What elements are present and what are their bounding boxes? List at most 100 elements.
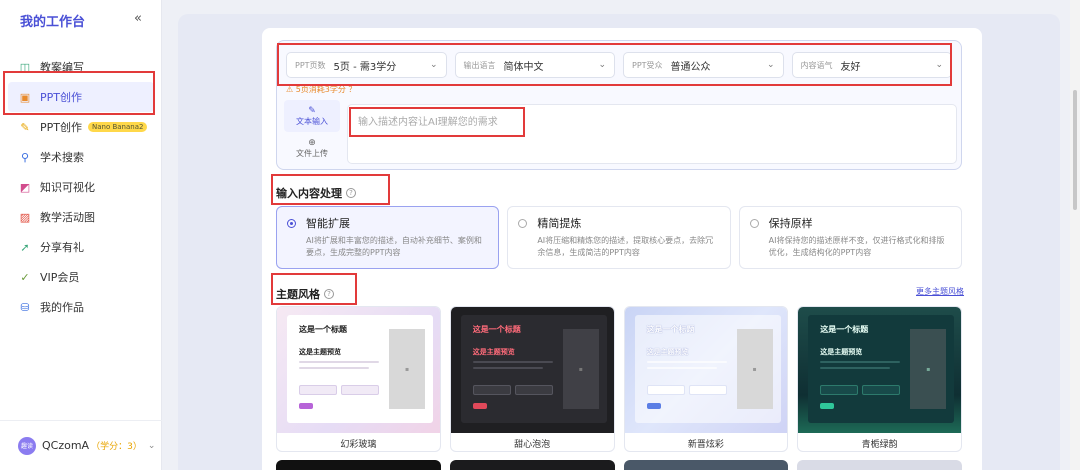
content-box [472,385,511,395]
slide-title: 这是一个标题 [299,325,347,334]
radio-icon[interactable] [749,218,759,228]
upload-icon: ⊕ [308,137,316,148]
option-title: 精简提炼 [537,217,582,230]
scrollbar-thumb[interactable] [1073,90,1077,210]
image-placeholder-icon: ▪ [910,329,947,409]
option-keep-original[interactable]: 保持原样 AI将保持您的描述原样不变，仅进行格式化和排版优化，生成结构化的PPT… [738,206,962,269]
theme-name: 青栀绿韵 [861,439,898,450]
text-line [646,361,727,363]
sidebar-item-knowledge-viz[interactable]: ◩ 知识可视化 [0,172,162,202]
sidebar-item-ppt-create-banana[interactable]: ✎ PPT创作 Nano Banana2 [0,112,162,142]
radio-icon[interactable] [287,218,296,228]
text-line [646,367,717,369]
slide-preview: 这是一个标题 这是主题预览 ▪ [634,315,781,423]
content-box [646,385,685,395]
content-box [341,385,379,395]
credit-count: （学分：3） [91,442,142,452]
input-mode-switch: ✎ 文本输入 ⊕ 文件上传 [284,100,340,164]
theme-card[interactable]: 这是一个标题 这是主题预览 ▪ 幻彩玻璃 [276,306,441,452]
text-line [472,367,543,369]
content-box [862,385,901,395]
theme-name: 甜心泡泡 [514,439,551,450]
highlight-ppt-nav [3,71,155,115]
user-name: QCzomA [42,439,90,452]
theme-grid-row-2 [276,460,962,470]
theme-thumbnail: 这是一个标题 这是主题预览 ▪ [450,307,614,433]
theme-card-partial[interactable] [797,460,962,470]
content-box [299,385,337,395]
option-title: 智能扩展 [306,217,350,230]
slide-subtitle: 这是主题预览 [820,348,863,356]
edit-icon: ✎ [308,105,316,116]
theme-card-partial[interactable] [276,460,441,470]
option-desc: AI将扩展和丰富您的描述，自动补充细节、案例和要点，生成完整的PPT内容 [306,236,482,257]
option-smart-expand[interactable]: 智能扩展 AI将扩展和丰富您的描述，自动补充细节、案例和要点，生成完整的PPT内… [276,206,500,269]
theme-grid: 这是一个标题 这是主题预览 ▪ 幻彩玻璃 这是一个标题 这是主题预览 ▪ 甜心泡… [276,306,962,452]
theme-card-partial[interactable] [449,460,615,470]
theme-name: 新晋炫彩 [687,439,724,450]
slide-subtitle: 这是主题预览 [646,348,689,356]
slide-button [472,403,487,409]
option-desc: AI将压缩和精炼您的描述，提取核心要点，去除冗余信息，生成简洁的PPT内容 [537,236,714,257]
sidebar-item-teaching-activity[interactable]: ▨ 教学活动图 [0,202,162,232]
more-themes-link[interactable]: 更多主题风格 [916,286,964,297]
content-box [514,385,553,395]
text-line [299,361,379,363]
theme-name: 幻彩玻璃 [340,439,377,450]
option-condense[interactable]: 精简提炼 AI将压缩和精炼您的描述，提取核心要点，去除冗余信息，生成简洁的PPT… [507,206,731,269]
avatar: 趣读 [18,436,36,455]
slide-preview: 这是一个标题 这是主题预览 ▪ [808,315,955,423]
works-icon: ⛁ [20,300,30,314]
theme-thumbnail: 这是一个标题 这是主题预览 ▪ [798,307,961,433]
processing-options: 智能扩展 AI将扩展和丰富您的描述，自动补充细节、案例和要点，生成完整的PPT内… [276,206,962,269]
highlight-input [349,107,525,137]
text-input-mode[interactable]: ✎ 文本输入 [284,100,340,132]
sidebar-item-share[interactable]: ➚ 分享有礼 [0,232,162,262]
file-upload-mode[interactable]: ⊕ 文件上传 [284,132,340,164]
slide-title: 这是一个标题 [646,325,695,334]
highlight-processing [271,174,390,205]
slide-preview: 这是一个标题 这是主题预览 ▪ [287,315,433,423]
slide-subtitle: 这是主题预览 [299,348,341,356]
sidebar-item-label: 学术搜索 [40,151,84,164]
image-icon: ▨ [19,210,31,224]
slide-title: 这是一个标题 [472,325,521,334]
option-desc: AI将保持您的描述原样不变，仅进行格式化和排版优化，生成结构化的PPT内容 [768,236,945,257]
highlight-selects [277,43,952,86]
chevron-down-icon: ⌄ [147,440,156,451]
sidebar-item-label: 分享有礼 [40,241,84,254]
sidebar-item-vip[interactable]: ✓ VIP会员 [0,262,162,292]
chart-icon: ◩ [19,180,31,194]
scrollbar-track[interactable] [1070,0,1080,470]
content-box [820,385,859,395]
sidebar-item-label: 我的作品 [40,301,84,314]
text-line [299,367,369,369]
workspace-title: 我的工作台 [20,15,86,30]
banana-icon: ✎ [20,120,30,134]
theme-thumbnail: 这是一个标题 这是主题预览 ▪ [624,307,788,433]
user-profile[interactable]: 趣读 QCzomA （学分：3） ⌄ [0,420,162,470]
image-placeholder-icon: ▪ [562,329,599,409]
slide-button [820,403,835,409]
theme-card[interactable]: 这是一个标题 这是主题预览 ▪ 青栀绿韵 [797,306,962,452]
image-placeholder-icon: ▪ [736,329,773,409]
option-title: 保持原样 [768,217,813,230]
theme-card[interactable]: 这是一个标题 这是主题预览 ▪ 甜心泡泡 [449,306,615,452]
sidebar-item-label: 知识可视化 [40,181,95,194]
slide-button [299,403,313,409]
highlight-theme [271,273,357,305]
vip-icon: ✓ [20,270,30,284]
slide-title: 这是一个标题 [820,325,869,334]
theme-card[interactable]: 这是一个标题 这是主题预览 ▪ 新晋炫彩 [623,306,789,452]
image-placeholder-icon: ▪ [389,329,425,409]
text-line [472,361,553,363]
radio-icon[interactable] [518,218,528,228]
share-icon: ➚ [20,240,30,254]
text-line [820,361,901,363]
mode-label: 文件上传 [296,148,328,158]
sidebar-item-my-works[interactable]: ⛁ 我的作品 [0,292,162,322]
theme-card-partial[interactable] [623,460,789,470]
slide-button [646,403,661,409]
collapse-sidebar-icon[interactable]: « [134,11,142,26]
sidebar-item-academic-search[interactable]: ⚲ 学术搜索 [0,142,162,172]
